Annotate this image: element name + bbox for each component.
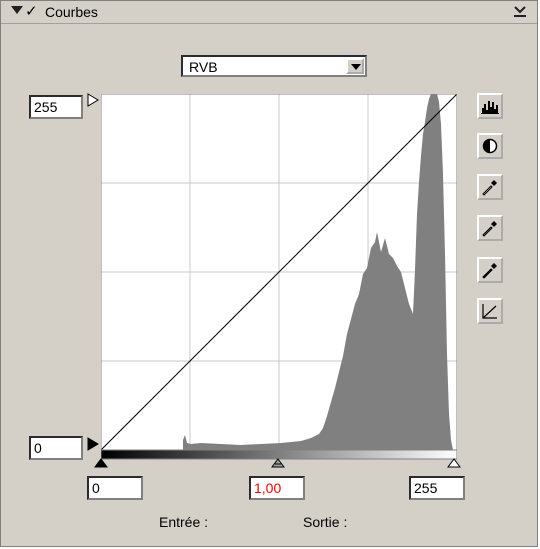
panel-titlebar: ✓ Courbes (1, 1, 537, 24)
channel-select-value: RVB (189, 59, 218, 75)
white-point-slider-icon[interactable] (447, 458, 461, 468)
white-dropper-button[interactable] (477, 174, 503, 200)
black-point-slider-icon[interactable] (94, 458, 108, 468)
input-black-field[interactable]: 0 (87, 476, 143, 500)
curve-reset-button[interactable] (477, 298, 503, 324)
chevron-down-icon[interactable] (346, 58, 364, 74)
output-min-marker-icon[interactable] (87, 437, 99, 451)
output-max-marker-icon[interactable] (87, 93, 99, 107)
contrast-icon (482, 138, 498, 154)
input-label: Entrée : (159, 514, 209, 530)
histogram-icon (481, 101, 499, 114)
curve-graph[interactable] (101, 94, 457, 450)
panel-menu-icon[interactable] (513, 4, 527, 18)
curves-panel: ✓ Courbes RVB 255 0 0 1,00 255 Entrée: … (0, 0, 538, 547)
panel-title: Courbes (45, 4, 98, 20)
contrast-button[interactable] (477, 133, 503, 159)
gray-eyedropper-icon (482, 221, 497, 237)
gamma-field[interactable]: 1,00 (249, 476, 305, 500)
black-eyedropper-icon (482, 180, 497, 196)
gray-dropper-button[interactable] (477, 215, 503, 241)
channel-select[interactable]: RVB (181, 55, 367, 77)
white-eyedropper-icon (482, 263, 497, 279)
output-max-field[interactable]: 255 (29, 95, 83, 119)
black-dropper-button[interactable] (477, 257, 503, 283)
output-label: Sortie : (303, 514, 348, 530)
checkmark-icon[interactable]: ✓ (25, 2, 38, 20)
collapse-arrow-icon[interactable] (11, 6, 23, 14)
histogram-button[interactable] (477, 93, 503, 119)
gamma-slider-icon[interactable] (271, 458, 285, 468)
output-min-field[interactable]: 0 (29, 436, 83, 460)
input-white-field[interactable]: 255 (409, 476, 465, 500)
curve-reset-icon (482, 304, 497, 319)
